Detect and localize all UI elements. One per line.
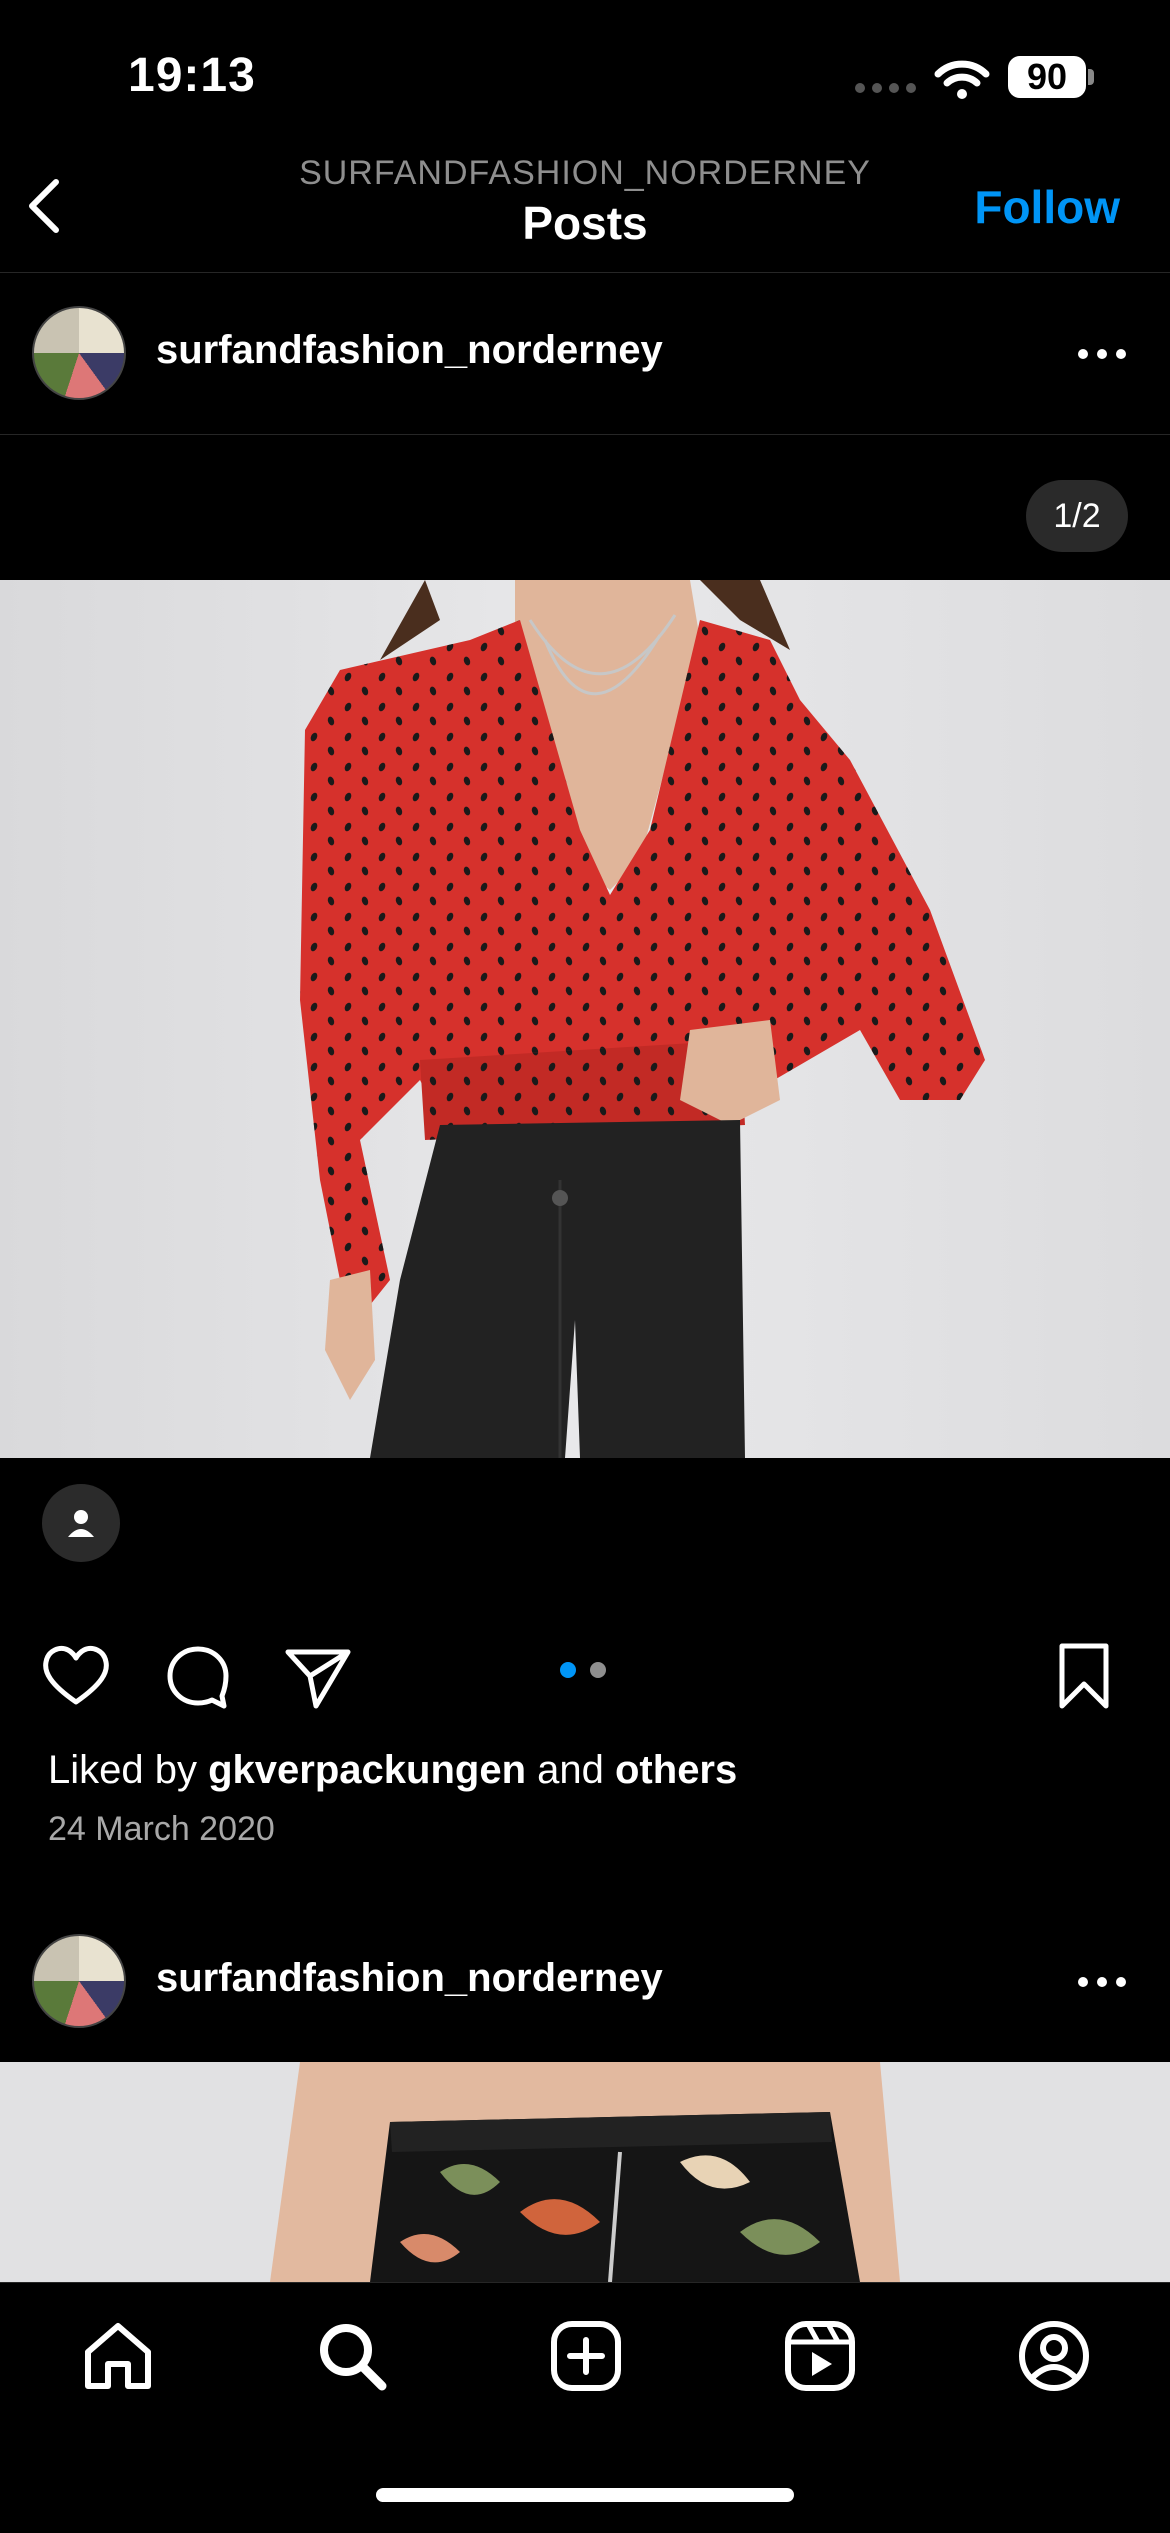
liked-user-link[interactable]: gkverpackungen (208, 1748, 526, 1792)
carousel-counter: 1/2 (1026, 480, 1128, 552)
search-icon[interactable] (314, 2318, 390, 2394)
heart-icon[interactable] (40, 1640, 112, 1712)
liked-and-label: and (537, 1748, 604, 1792)
home-icon[interactable] (80, 2318, 156, 2394)
tagged-people-button[interactable] (42, 1484, 120, 1562)
post-image[interactable] (0, 580, 1170, 1458)
likes-summary: Liked by gkverpackungen and others (48, 1748, 737, 1793)
profile-icon[interactable] (1016, 2318, 1092, 2394)
avatar[interactable] (32, 306, 126, 400)
post-photo-illustration (270, 2062, 900, 2282)
liked-others-link[interactable]: others (615, 1748, 737, 1792)
post-username[interactable]: surfandfashion_norderney (156, 328, 663, 373)
reels-icon[interactable] (782, 2318, 858, 2394)
follow-button[interactable]: Follow (974, 180, 1120, 234)
post-header-divider (0, 434, 1170, 435)
carousel-indicator (560, 1662, 606, 1678)
carousel-dot (590, 1662, 606, 1678)
battery-indicator: 90 (1008, 56, 1086, 98)
more-options-icon[interactable] (1078, 1974, 1134, 1990)
send-icon[interactable] (282, 1640, 354, 1712)
post-photo-illustration (300, 580, 985, 1458)
post-image[interactable] (0, 2062, 1170, 2282)
wifi-icon (934, 60, 990, 99)
avatar[interactable] (32, 1934, 126, 2028)
comment-icon[interactable] (162, 1640, 234, 1712)
liked-by-label: Liked by (48, 1748, 197, 1792)
battery-nub (1088, 69, 1094, 85)
bookmark-icon[interactable] (1048, 1640, 1120, 1712)
post-date: 24 March 2020 (48, 1810, 275, 1848)
create-icon[interactable] (548, 2318, 624, 2394)
cellular-signal-icon (855, 83, 916, 93)
more-options-icon[interactable] (1078, 346, 1134, 362)
post-username[interactable]: surfandfashion_norderney (156, 1956, 663, 2001)
carousel-dot-active (560, 1662, 576, 1678)
status-time: 19:13 (128, 49, 256, 102)
person-tag-icon (68, 1510, 94, 1537)
home-indicator[interactable] (376, 2488, 794, 2502)
header-divider (0, 272, 1170, 273)
